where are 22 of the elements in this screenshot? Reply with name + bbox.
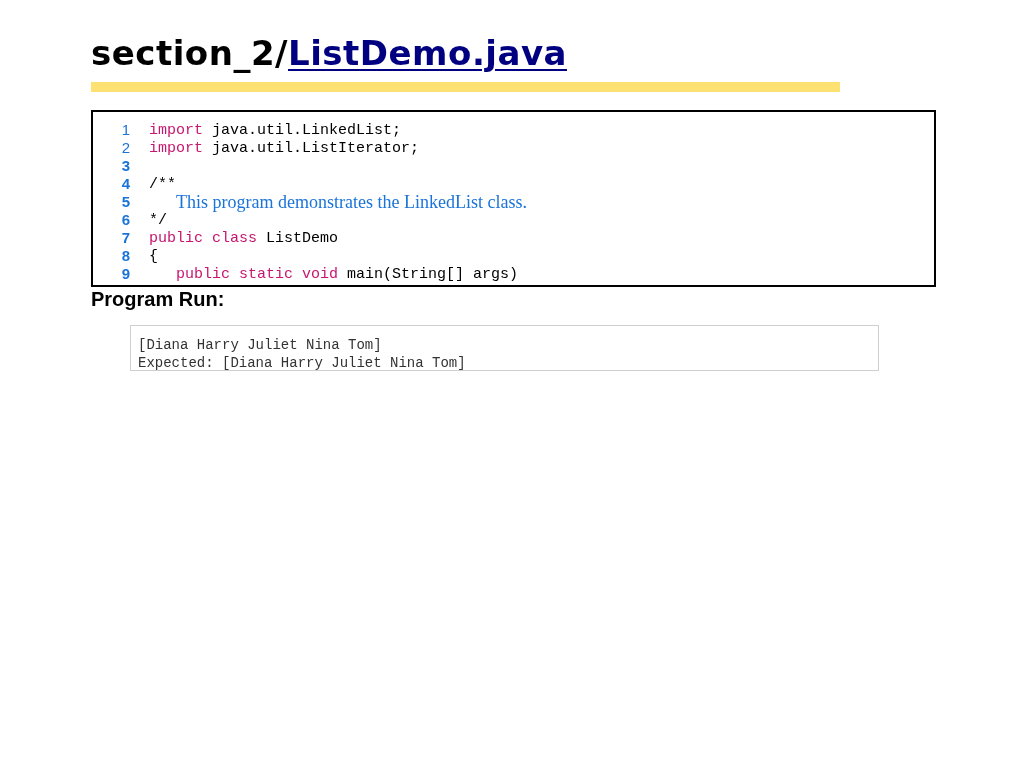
- page-title: section_2/: [91, 32, 288, 75]
- output-line: Expected: [Diana Harry Juliet Nina Tom]: [138, 354, 467, 372]
- code-line: public class ListDemo: [149, 229, 339, 249]
- line-number: 3: [120, 155, 130, 176]
- line-number: 9: [120, 263, 130, 284]
- code-line: This program demonstrates the LinkedList class.: [176, 190, 527, 214]
- line-number: 8: [120, 245, 130, 266]
- output-line: [Diana Harry Juliet Nina Tom]: [138, 336, 383, 354]
- code-line: /**: [149, 175, 176, 196]
- line-number: 2: [120, 137, 130, 158]
- file-link[interactable]: ListDemo.java: [288, 30, 567, 76]
- code-line: import java.util.LinkedList;: [149, 121, 402, 141]
- line-number: 7: [120, 227, 130, 248]
- line-number: 5: [120, 191, 130, 212]
- line-number: 6: [120, 209, 130, 230]
- section-heading: Program Run:: [91, 287, 226, 311]
- line-number: 1: [120, 119, 130, 140]
- code-line: public static void main(String[] args): [176, 265, 519, 285]
- code-line: import java.util.ListIterator;: [149, 139, 420, 160]
- line-number: 4: [120, 173, 130, 194]
- code-line: */: [149, 211, 167, 231]
- code-line: {: [149, 247, 158, 268]
